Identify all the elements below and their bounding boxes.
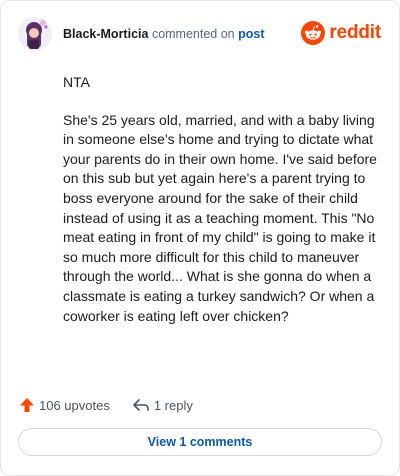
upvote-count: 106 upvotes	[39, 397, 110, 413]
author-name[interactable]: Black-Morticia	[63, 27, 148, 41]
view-comments-button[interactable]: View 1 comments	[18, 428, 382, 456]
upvote-arrow-icon	[20, 398, 34, 412]
avatar[interactable]	[17, 16, 53, 52]
comment-meta: Black-Morticia commented on post	[63, 27, 265, 41]
reddit-wordmark: reddit	[329, 22, 381, 43]
comment-actions: 106 upvotes 1 reply	[19, 394, 193, 416]
comment-paragraph: She's 25 years old, married, and with a …	[63, 111, 377, 324]
reply-count: 1 reply	[153, 397, 193, 413]
comment-body: NTA She's 25 years old, married, and wit…	[63, 73, 383, 344]
avatar-image	[18, 17, 52, 51]
upvote-button[interactable]: 106 upvotes	[19, 397, 110, 413]
comment-paragraph: NTA	[63, 74, 90, 90]
reply-button[interactable]: 1 reply	[132, 397, 193, 413]
post-link[interactable]: post	[238, 27, 264, 41]
reddit-logo[interactable]: reddit	[301, 20, 381, 46]
reddit-alien-icon	[301, 21, 326, 45]
commented-on-text: commented on	[151, 27, 235, 41]
comment-header: Black-Morticia commented on post reddit	[17, 16, 383, 52]
reply-arrow-icon	[133, 399, 149, 411]
comment-card: Black-Morticia commented on post reddit …	[0, 0, 400, 476]
